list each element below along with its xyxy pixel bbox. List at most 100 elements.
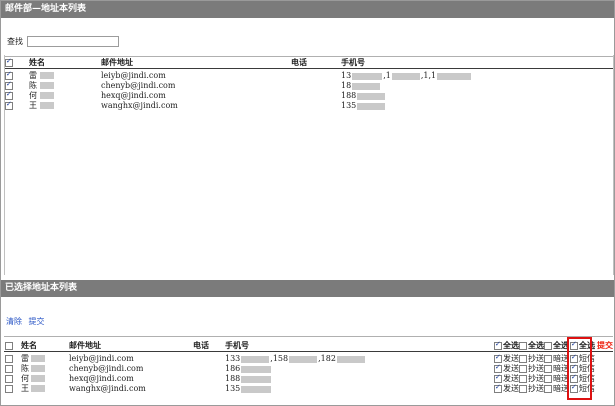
bcc-checkbox[interactable] [544,384,552,393]
select-all-bcc-checkbox[interactable] [544,341,552,350]
selected-name: 雷 [21,354,29,363]
table-row: 雷leiyb@jindi.com13,1,1,1 [1,70,601,80]
send-checkbox[interactable] [494,373,502,383]
selected-row-checkbox[interactable] [5,375,13,383]
bottom-col-mobile-header: 手机号 [225,341,249,350]
col-email-header: 邮件地址 [101,58,133,67]
table-row: 王 wanghx@jindi.com 135 [1,100,601,110]
row-checkbox[interactable] [5,80,13,90]
selected-email: leiyb@jindi.com [69,354,134,363]
cc-label: 抄送 [528,374,544,383]
redacted-block [40,102,54,109]
send-checkbox[interactable] [494,363,502,373]
mobile-prefix: 186 [225,364,241,373]
contact-name: 雷 [29,71,37,80]
send-checkbox[interactable] [494,383,502,393]
selected-email: hexq@jindi.com [69,374,134,383]
contact-name: 何 [29,91,37,100]
selected-row-checkbox[interactable] [5,365,13,373]
send-label: 发送 [503,384,519,393]
cc-checkbox[interactable] [519,364,527,373]
bcc-checkbox[interactable] [544,374,552,383]
action-links: 清除 提交 [6,316,49,327]
col-mobile-header: 手机号 [341,58,365,67]
redacted-block [40,92,54,99]
bottom-select-all-checkbox[interactable] [5,342,13,350]
redacted-block [357,102,386,110]
selected-mobile: 186 [225,364,365,373]
mobile-extra: ,1,1 [420,71,437,80]
select-all-send-label: 全选 [503,340,519,350]
cc-checkbox[interactable] [519,354,527,363]
select-all-cc[interactable]: 全选 [519,341,544,350]
selected-email: chenyb@jindi.com [69,364,144,373]
cc-checkbox[interactable] [519,374,527,383]
row-checkbox[interactable] [5,70,13,80]
option-cc[interactable]: 抄送 [519,364,544,373]
option-cc[interactable]: 抄送 [519,384,544,393]
submit-red-link[interactable]: 提交 [597,341,613,350]
contact-mobile: 13,1,1,1 [341,71,471,80]
submit-link[interactable]: 提交 [29,317,45,326]
bcc-checkbox[interactable] [544,364,552,373]
selected-row: 王wanghx@jindi.com135发送抄送暗送短信 [1,383,614,393]
sms-highlight-box [567,337,592,400]
bcc-checkbox[interactable] [544,354,552,363]
redacted-block [391,72,420,80]
option-bcc[interactable]: 暗送 [544,384,569,393]
redacted-block [31,355,45,362]
col-name-header: 姓名 [29,58,45,67]
select-all-checkbox[interactable] [5,57,13,67]
bottom-table-header: 姓名 邮件地址 电话 手机号 全选 全选 全选 全选 提交 [1,340,614,350]
send-checkbox[interactable] [494,353,502,363]
col-phone-header: 电话 [291,58,307,67]
mobile-prefix: 13 [341,71,352,80]
mobile-prefix: 18 [341,81,352,90]
mobile-extra: ,158 [270,354,289,363]
select-all-send[interactable]: 全选 [494,340,519,350]
option-bcc[interactable]: 暗送 [544,354,569,363]
option-send[interactable]: 发送 [494,383,519,393]
contact-name: 陈 [29,81,37,90]
select-all-cc-label: 全选 [528,340,544,350]
redacted-block [241,385,272,393]
option-cc[interactable]: 抄送 [519,354,544,363]
redacted-block [40,82,54,89]
select-all-bcc[interactable]: 全选 [544,341,569,350]
option-bcc[interactable]: 暗送 [544,374,569,383]
select-all-send-checkbox[interactable] [494,340,502,350]
search-input[interactable] [27,35,119,47]
contact-name: 王 [29,101,37,110]
top-panel-title: 邮件部—地址本列表 [1,1,614,18]
top-header-rule [4,68,613,69]
selected-email: wanghx@jindi.com [69,384,146,393]
selected-row-checkbox[interactable] [5,355,13,363]
contact-email: hexq@jindi.com [101,91,166,100]
option-bcc[interactable]: 暗送 [544,364,569,373]
redacted-block [241,365,272,373]
redacted-block [289,355,318,363]
selected-row-checkbox[interactable] [5,385,13,393]
mobile-prefix: 188 [225,374,241,383]
contact-email: leiyb@jindi.com [101,71,166,80]
redacted-block [241,375,272,383]
table-row: 何 hexq@jindi.com 188 [1,90,601,100]
search-row: 查找 [7,35,119,47]
selected-name: 王 [21,384,29,393]
clear-link[interactable]: 清除 [6,317,22,326]
cc-label: 抄送 [528,354,544,363]
row-checkbox[interactable] [5,90,13,100]
selected-row: 雷leiyb@jindi.com133,158,182发送抄送暗送短信 [1,353,614,363]
redacted-block [437,72,471,80]
contact-email: chenyb@jindi.com [101,81,176,90]
option-cc[interactable]: 抄送 [519,374,544,383]
bottom-divider [4,336,613,337]
right-border [613,55,614,275]
bottom-panel-title: 已选择地址本列表 [1,280,614,297]
contact-email: wanghx@jindi.com [101,101,178,110]
cc-label: 抄送 [528,384,544,393]
cc-checkbox[interactable] [519,384,527,393]
mobile-prefix: 188 [341,91,357,100]
row-checkbox[interactable] [5,100,13,110]
select-all-cc-checkbox[interactable] [519,341,527,350]
